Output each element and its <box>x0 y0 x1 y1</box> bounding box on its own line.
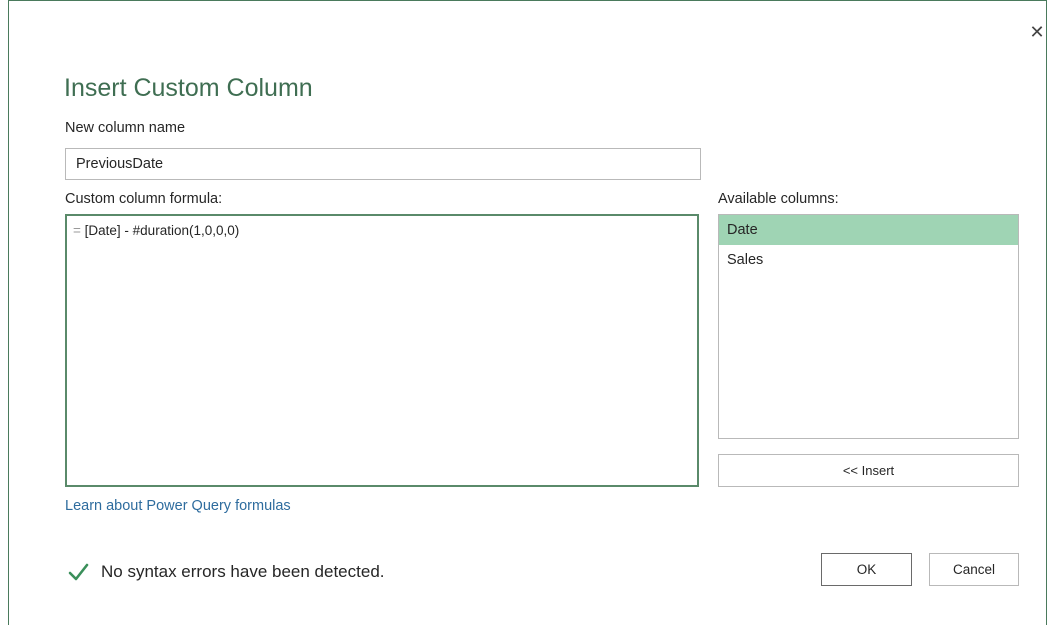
close-icon: ✕ <box>1029 22 1045 42</box>
available-columns-label: Available columns: <box>718 191 839 207</box>
new-column-name-input[interactable] <box>65 148 701 180</box>
status-text: No syntax errors have been detected. <box>101 562 385 581</box>
cancel-button[interactable]: Cancel <box>929 553 1019 586</box>
insert-custom-column-dialog: ✕ Insert Custom Column New column name C… <box>8 0 1047 625</box>
formula-prefix: = <box>73 223 81 238</box>
insert-button[interactable]: << Insert <box>718 454 1019 487</box>
formula-editor[interactable]: = [Date] - #duration(1,0,0,0) <box>65 214 699 487</box>
formula-text: [Date] - #duration(1,0,0,0) <box>84 223 240 238</box>
close-button[interactable]: ✕ <box>1026 21 1048 43</box>
column-item-date[interactable]: Date <box>719 215 1018 245</box>
new-column-name-label: New column name <box>65 120 186 136</box>
available-columns-list[interactable]: Date Sales <box>718 214 1019 439</box>
learn-power-query-link[interactable]: Learn about Power Query formulas <box>65 498 291 514</box>
ok-button[interactable]: OK <box>821 553 912 586</box>
dialog-title: Insert Custom Column <box>64 74 313 102</box>
column-item-sales[interactable]: Sales <box>719 245 1018 275</box>
syntax-status: No syntax errors have been detected. <box>67 560 385 584</box>
check-icon <box>68 563 89 581</box>
formula-label: Custom column formula: <box>65 191 223 207</box>
